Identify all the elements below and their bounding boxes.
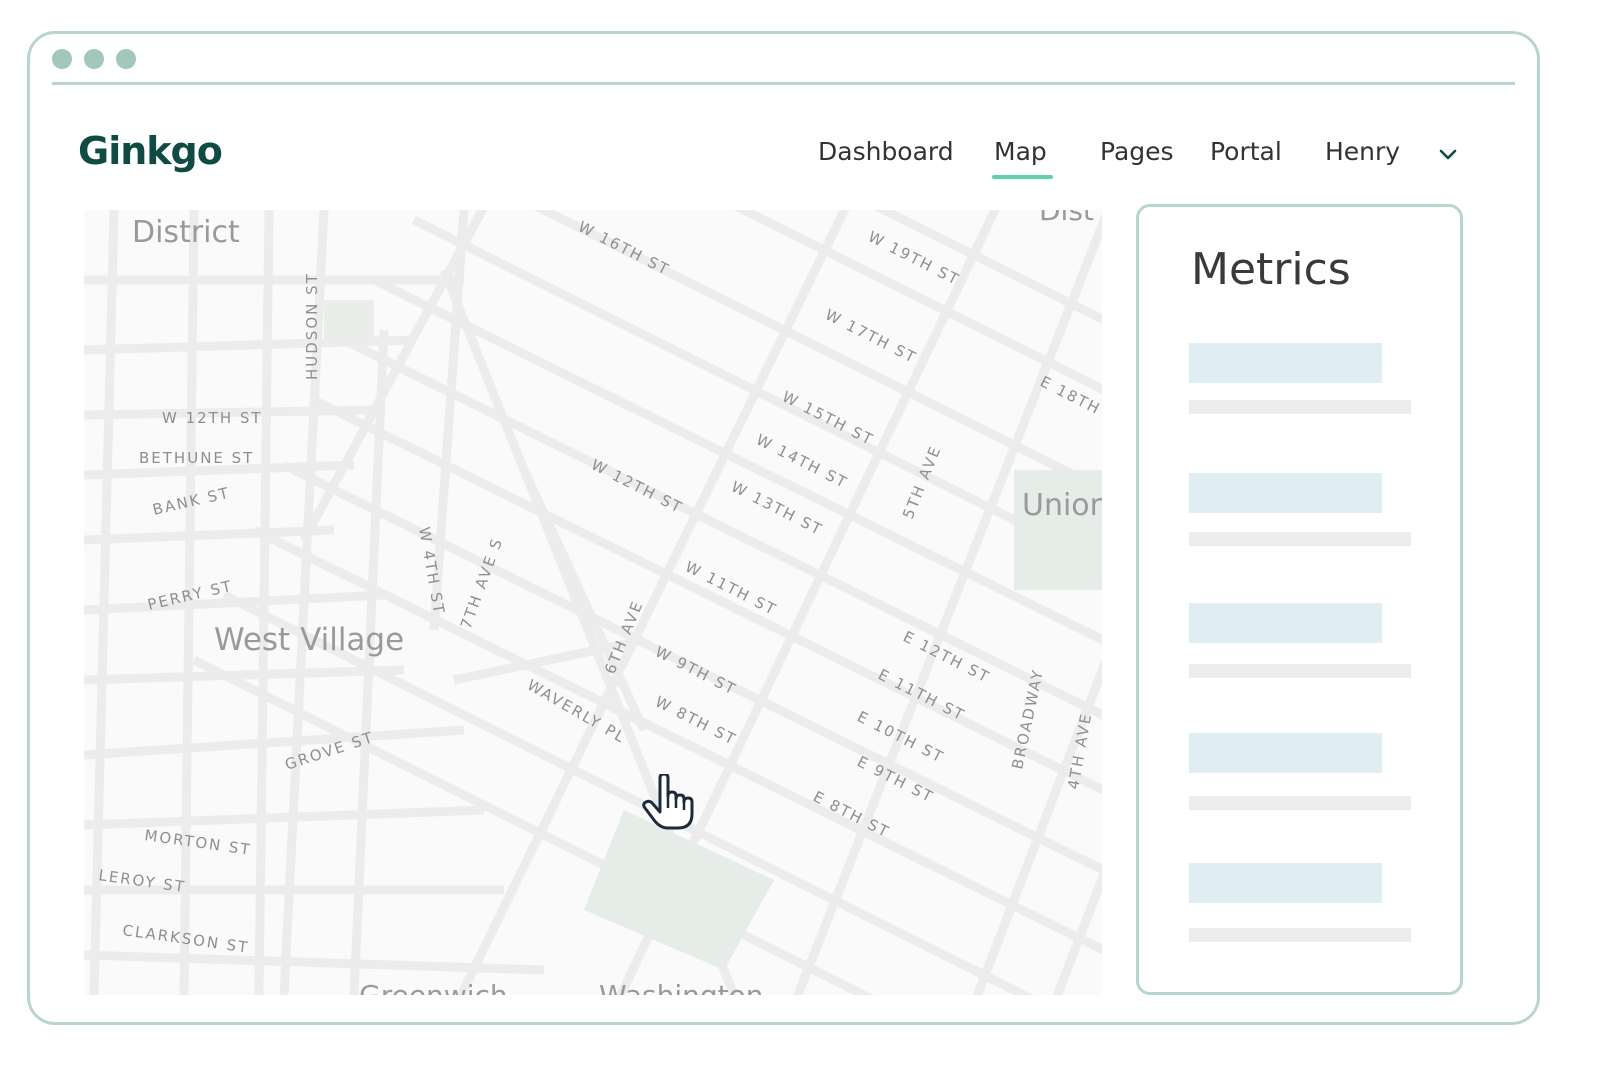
metric-placeholder-line bbox=[1189, 796, 1411, 810]
map-svg: District West Village Greenwich Washingt… bbox=[84, 210, 1102, 995]
nav-item-dashboard[interactable]: Dashboard bbox=[818, 137, 954, 166]
map-streets bbox=[84, 210, 1102, 995]
app-logo[interactable]: Ginkgo bbox=[78, 129, 223, 173]
nav-item-map[interactable]: Map bbox=[992, 137, 1053, 179]
nav-item-pages[interactable]: Pages bbox=[1100, 137, 1174, 166]
metric-placeholder-block bbox=[1189, 863, 1382, 903]
street-label: W 15TH ST bbox=[779, 388, 877, 450]
street-label: W 9TH ST bbox=[652, 643, 740, 699]
window-controls bbox=[52, 49, 136, 69]
map-area-label: Greenwich bbox=[359, 979, 508, 995]
chevron-down-icon[interactable] bbox=[1436, 142, 1460, 166]
user-menu-name[interactable]: Henry bbox=[1325, 137, 1400, 166]
metric-placeholder-line bbox=[1189, 400, 1411, 414]
titlebar-divider bbox=[52, 82, 1515, 85]
map-area-label: West Village bbox=[214, 622, 404, 658]
metric-placeholder-block bbox=[1189, 733, 1382, 773]
metric-placeholder-block bbox=[1189, 473, 1382, 513]
street-label: BETHUNE ST bbox=[139, 449, 254, 467]
street-label: W 13TH ST bbox=[728, 478, 826, 540]
window-dot-maximize[interactable] bbox=[116, 49, 136, 69]
street-label: W 12TH ST bbox=[162, 409, 263, 427]
street-label: W 16TH ST bbox=[575, 218, 673, 280]
street-label: HUDSON ST bbox=[303, 272, 321, 380]
metrics-panel: Metrics bbox=[1136, 204, 1463, 995]
window-dot-minimize[interactable] bbox=[84, 49, 104, 69]
metric-placeholder-line bbox=[1189, 532, 1411, 546]
street-label: W 12TH ST bbox=[588, 456, 686, 518]
map-area-label: District bbox=[132, 215, 240, 250]
metrics-title: Metrics bbox=[1191, 244, 1351, 295]
washington-square-park bbox=[584, 810, 774, 970]
window-dot-close[interactable] bbox=[52, 49, 72, 69]
street-label: MORTON ST bbox=[143, 826, 252, 859]
metric-placeholder-line bbox=[1189, 664, 1411, 678]
street-label: W 8TH ST bbox=[652, 693, 740, 749]
map-area-label: Union Square bbox=[1022, 488, 1102, 523]
hand-pointer-icon bbox=[642, 774, 694, 830]
map-area-label: Dist bbox=[1039, 210, 1094, 227]
metric-placeholder-block bbox=[1189, 343, 1382, 383]
metric-placeholder-block bbox=[1189, 603, 1382, 643]
browser-window: Ginkgo Dashboard Map Pages Portal Henry bbox=[27, 31, 1540, 1025]
metric-placeholder-line bbox=[1189, 928, 1411, 942]
map-area-label: Washington bbox=[599, 979, 764, 995]
nav-item-portal[interactable]: Portal bbox=[1210, 137, 1282, 166]
map-canvas[interactable]: District West Village Greenwich Washingt… bbox=[84, 210, 1102, 995]
map-street-labels: W 16TH ST W 19TH ST W 17TH ST E 18TH W 1… bbox=[97, 218, 1102, 957]
park-hudson bbox=[324, 300, 374, 340]
street-label: W 14TH ST bbox=[753, 431, 851, 493]
